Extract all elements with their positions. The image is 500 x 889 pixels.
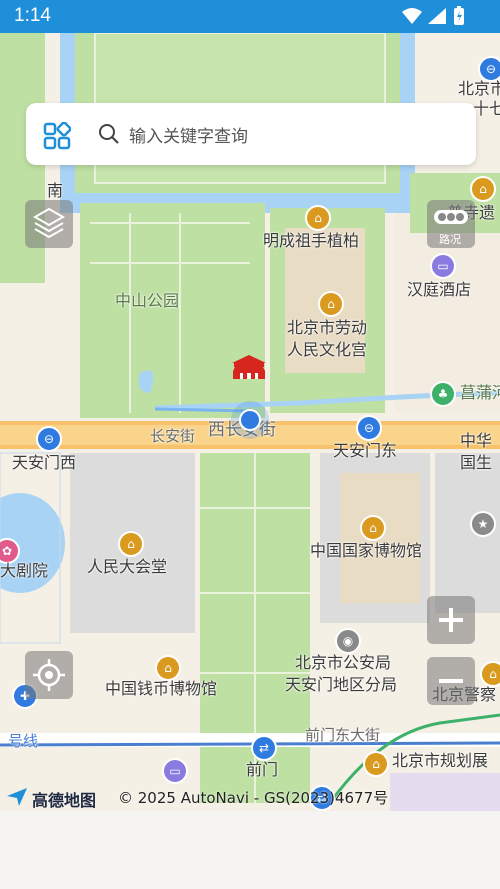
map-label-nan: 南 <box>47 181 64 200</box>
map-label-zhonghua-1: 中华 <box>460 431 493 450</box>
signal-icon <box>428 8 446 24</box>
subway-icon[interactable]: ⊖ <box>36 426 62 452</box>
park-icon[interactable]: ♣ <box>430 381 456 407</box>
zoom-out-button[interactable] <box>427 657 475 705</box>
wifi-icon <box>402 8 422 24</box>
layers-icon <box>32 207 66 239</box>
map-attribution: 高德地图 © 2025 AutoNavi - GS(2023)4677号 <box>0 783 500 811</box>
search-input[interactable]: 输入关键字查询 <box>129 122 248 147</box>
map-label-zhonghua-2: 国生 <box>460 453 493 472</box>
location-dot <box>239 409 261 431</box>
government-icon[interactable]: ★ <box>470 511 496 537</box>
amap-logo: 高德地图 <box>32 791 97 810</box>
attraction-icon[interactable]: ⌂ <box>480 661 500 687</box>
map-label-qianmen: 前门 <box>246 760 279 779</box>
search-bar[interactable]: 输入关键字查询 <box>26 103 476 165</box>
map-label-coin-museum: 中国钱币博物馆 <box>105 679 218 698</box>
attraction-icon[interactable]: ⌂ <box>155 655 181 681</box>
bottom-panel <box>0 811 500 889</box>
traffic-label: 路况 <box>439 233 461 246</box>
crosshair-icon <box>33 659 65 691</box>
subway-icon[interactable]: ⇄ <box>251 735 277 761</box>
layers-button[interactable] <box>25 200 73 248</box>
map-label-museum: 中国国家博物馆 <box>310 541 423 560</box>
attraction-icon[interactable]: ⌂ <box>118 531 144 557</box>
copyright-text: © 2025 AutoNavi - GS(2023)4677号 <box>118 789 389 807</box>
traffic-icon <box>434 210 468 224</box>
attraction-icon[interactable]: ⌂ <box>363 751 389 777</box>
map-label-beijing-top: 北京市 <box>458 79 500 98</box>
locate-button[interactable] <box>25 651 73 699</box>
status-icons <box>400 6 470 32</box>
battery-icon <box>454 6 464 25</box>
map-label-changan: 长安街 <box>150 427 196 445</box>
temple-icon[interactable]: ⌂ <box>470 176 496 202</box>
map-label-police-1: 北京市公安局 <box>295 653 392 672</box>
map-label-police-2: 天安门地区分局 <box>285 675 398 694</box>
map-label-mingcheng-tree: 明成祖手植柏 <box>263 231 360 250</box>
hotel-icon[interactable]: ▭ <box>162 758 188 784</box>
map-label-line2: 号线 <box>8 732 39 750</box>
map-label-tiananmen-east: 天安门东 <box>333 441 398 460</box>
police-icon[interactable]: ◉ <box>335 628 361 654</box>
map-label-hanting: 汉庭酒店 <box>407 280 472 299</box>
tiananmen-icon[interactable] <box>230 355 268 381</box>
amap-logo-icon <box>7 788 27 806</box>
minus-icon <box>439 679 463 683</box>
map-label-qianmen-east: 前门东大街 <box>305 726 381 744</box>
map-label-great-hall: 人民大会堂 <box>87 557 168 576</box>
attraction-icon[interactable]: ⌂ <box>318 291 344 317</box>
subway-icon[interactable]: ⊖ <box>356 415 382 441</box>
plus-icon <box>439 608 463 632</box>
attraction-icon[interactable]: ⌂ <box>360 515 386 541</box>
current-location-marker[interactable] <box>231 401 269 439</box>
hotel-icon[interactable]: ▭ <box>430 253 456 279</box>
map-label-changpu: 菖蒲河 <box>460 383 500 402</box>
map-label-workers-palace-2: 人民文化宫 <box>287 340 368 359</box>
map-label-planning: 北京市规划展 <box>392 751 489 770</box>
map-label-workers-palace-1: 北京市劳动 <box>287 318 368 337</box>
zoom-in-button[interactable] <box>427 596 475 644</box>
map-label-top-frag: 十七 <box>473 99 500 118</box>
map-label-zhongshan-park: 中山公园 <box>115 291 180 310</box>
attraction-icon[interactable]: ⌂ <box>305 205 331 231</box>
map-label-tiananmen-west: 天安门西 <box>12 453 77 472</box>
apps-grid-icon[interactable] <box>43 122 71 150</box>
traffic-button[interactable]: 路况 <box>427 200 475 248</box>
search-icon <box>99 124 119 144</box>
map-label-opera: 大剧院 <box>0 561 49 580</box>
status-bar: 1:14 <box>0 0 500 33</box>
status-time: 1:14 <box>14 5 51 26</box>
